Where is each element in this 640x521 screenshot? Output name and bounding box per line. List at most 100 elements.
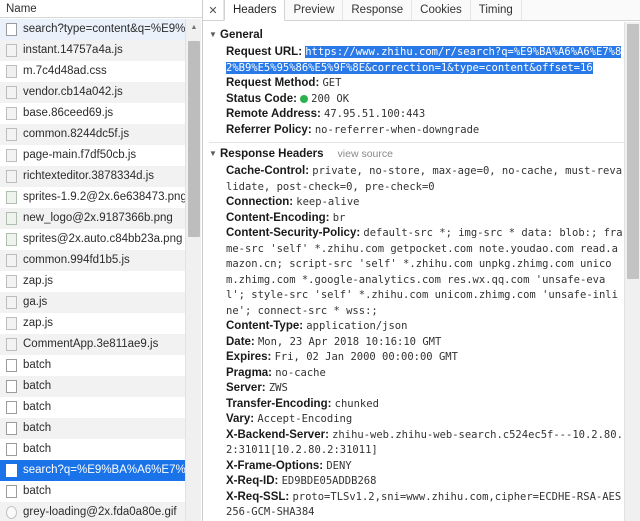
close-icon[interactable]: ✕ <box>203 0 224 20</box>
js-file-icon <box>6 106 17 120</box>
response-header-value: DENY <box>326 459 352 472</box>
response-header-value: chunked <box>334 397 379 410</box>
request-list-item-label: ga.js <box>23 296 48 308</box>
response-header-key: Cache-Control: <box>226 165 310 177</box>
caret-up-icon[interactable]: ▲ <box>186 19 202 35</box>
response-headers-section-header[interactable]: ▼ Response Headers view source <box>209 145 624 164</box>
caret-down-icon[interactable]: ▼ <box>209 27 220 42</box>
scrollbar-thumb[interactable] <box>627 24 639 279</box>
details-tabbar: ✕ Headers Preview Response Cookies Timing <box>203 0 640 21</box>
status-code-row: Status Code: 200 OK <box>209 92 624 108</box>
tab-cookies[interactable]: Cookies <box>412 0 471 20</box>
request-list-item-label: common.994fd1b5.js <box>23 254 130 266</box>
devtools-network-panel: Name search?type=content&q=%E9%BA%A6%E7%… <box>0 0 640 521</box>
tab-preview[interactable]: Preview <box>285 0 344 20</box>
general-section-title: General <box>220 29 263 41</box>
response-header-key: X-Frame-Options: <box>226 459 324 472</box>
response-header-row: Server: ZWS <box>209 381 624 397</box>
response-headers-list: Cache-Control: private, no-store, max-ag… <box>209 164 624 521</box>
request-list-item[interactable]: vendor.cb14a042.js <box>0 82 186 103</box>
response-header-value: keep-alive <box>296 196 360 208</box>
name-column-header[interactable]: Name <box>0 0 202 18</box>
js-file-icon <box>6 253 17 267</box>
request-list-item-label: search?q=%E9%BA%A6%E7%82%B9%E5%95%86%E5%… <box>23 464 186 476</box>
headers-content: ▼ General Request URL: https://www.zhihu… <box>203 22 624 521</box>
request-list-item[interactable]: batch <box>0 418 186 439</box>
request-list[interactable]: search?type=content&q=%E9%BA%A6%E7%82%B9… <box>0 19 186 521</box>
response-header-value: br <box>332 211 346 224</box>
response-header-row: Pragma: no-cache <box>209 366 624 382</box>
response-header-row: Cache-Control: private, no-store, max-ag… <box>209 164 624 195</box>
remote-address-row: Remote Address: 47.95.51.100:443 <box>209 107 624 123</box>
css-file-icon <box>6 64 17 78</box>
request-list-item[interactable]: batch <box>0 481 186 502</box>
response-header-key: Vary: <box>226 413 255 425</box>
request-list-item[interactable]: richtexteditor.3878334d.js <box>0 166 186 187</box>
request-list-item-label: zap.js <box>23 317 54 329</box>
request-list-item[interactable]: common.994fd1b5.js <box>0 250 186 271</box>
tab-response[interactable]: Response <box>343 0 413 20</box>
request-list-item[interactable]: page-main.f7df50cb.js <box>0 145 186 166</box>
request-list-item-label: batch <box>23 380 52 392</box>
image-file-icon <box>6 211 17 225</box>
response-header-value: ZWS <box>268 382 288 394</box>
details-scrollbar[interactable] <box>624 22 640 521</box>
xhr-file-icon <box>6 400 17 414</box>
response-header-key: Server: <box>226 382 266 394</box>
request-list-item[interactable]: common.8244dc5f.js <box>0 124 186 145</box>
general-section-header[interactable]: ▼ General <box>209 26 624 45</box>
response-header-row: Content-Type: application/json <box>209 319 624 335</box>
response-header-row: Content-Encoding: br <box>209 211 624 227</box>
response-header-key: Expires: <box>226 351 272 363</box>
request-list-item[interactable]: base.86ceed69.js <box>0 103 186 124</box>
request-list-item-label: m.7c4d48ad.css <box>23 65 107 77</box>
response-header-row: Transfer-Encoding: chunked <box>209 397 624 413</box>
request-list-item-label: sprites-1.9.2@2x.6e638473.png <box>23 191 186 203</box>
scrollbar-thumb[interactable] <box>188 41 200 237</box>
xhr-file-icon <box>6 22 17 36</box>
request-list-item[interactable]: ga.js <box>0 292 186 313</box>
caret-down-icon[interactable]: ▼ <box>209 146 220 161</box>
response-header-row: Content-Security-Policy: default-src *; … <box>209 226 624 319</box>
request-list-item-label: grey-loading@2x.fda0a80e.gif <box>23 506 177 518</box>
response-header-value: Accept-Encoding <box>257 413 353 425</box>
xhr-file-icon <box>6 421 17 435</box>
response-header-row: Connection: keep-alive <box>209 195 624 211</box>
referrer-policy-key: Referrer Policy: <box>226 123 312 136</box>
request-list-item[interactable]: batch <box>0 439 186 460</box>
request-list-item[interactable]: search?q=%E9%BA%A6%E7%82%B9%E5%95%86%E5%… <box>0 460 186 481</box>
request-list-item[interactable]: batch <box>0 376 186 397</box>
response-header-value: application/json <box>306 320 408 332</box>
js-file-icon <box>6 274 17 288</box>
request-list-item[interactable]: zap.js <box>0 271 186 292</box>
js-file-icon <box>6 316 17 330</box>
request-list-item[interactable]: search?type=content&q=%E9%BA%A6%E7%82%B9… <box>0 19 186 40</box>
request-list-item[interactable]: zap.js <box>0 313 186 334</box>
response-header-row: X-Req-SSL: proto=TLSv1.2,sni=www.zhihu.c… <box>209 490 624 521</box>
request-method-key: Request Method: <box>226 77 320 89</box>
request-list-item[interactable]: sprites-1.9.2@2x.6e638473.png <box>0 187 186 208</box>
request-list-item[interactable]: CommentApp.3e811ae9.js <box>0 334 186 355</box>
request-list-scrollbar[interactable]: ▲ <box>185 19 201 521</box>
request-list-item[interactable]: m.7c4d48ad.css <box>0 61 186 82</box>
tab-headers[interactable]: Headers <box>224 0 286 21</box>
request-list-item-label: instant.14757a4a.js <box>23 44 123 56</box>
response-header-value: default-src *; img-src * data: blob:; fr… <box>226 227 623 317</box>
request-url-key: Request URL: <box>226 46 303 58</box>
request-list-item[interactable]: batch <box>0 397 186 418</box>
request-list-item[interactable]: instant.14757a4a.js <box>0 40 186 61</box>
tab-timing[interactable]: Timing <box>470 0 522 20</box>
response-header-row: X-Backend-Server: zhihu-web.zhihu-web-se… <box>209 428 624 459</box>
request-list-item-label: base.86ceed69.js <box>23 107 114 119</box>
response-header-row: X-Req-ID: ED9BDE05ADDB268 <box>209 474 624 490</box>
request-list-item-label: new_logo@2x.9187366b.png <box>23 212 173 224</box>
js-file-icon <box>6 169 17 183</box>
request-list-item[interactable]: batch <box>0 355 186 376</box>
status-code-value: 200 OK <box>311 92 350 105</box>
request-list-item[interactable]: sprites@2x.auto.c84bb23a.png <box>0 229 186 250</box>
request-list-item[interactable]: grey-loading@2x.fda0a80e.gif <box>0 502 186 521</box>
view-source-link[interactable]: view source <box>338 147 393 162</box>
xhr-file-icon <box>6 484 17 498</box>
request-list-item[interactable]: new_logo@2x.9187366b.png <box>0 208 186 229</box>
status-green-dot-icon <box>300 94 309 103</box>
